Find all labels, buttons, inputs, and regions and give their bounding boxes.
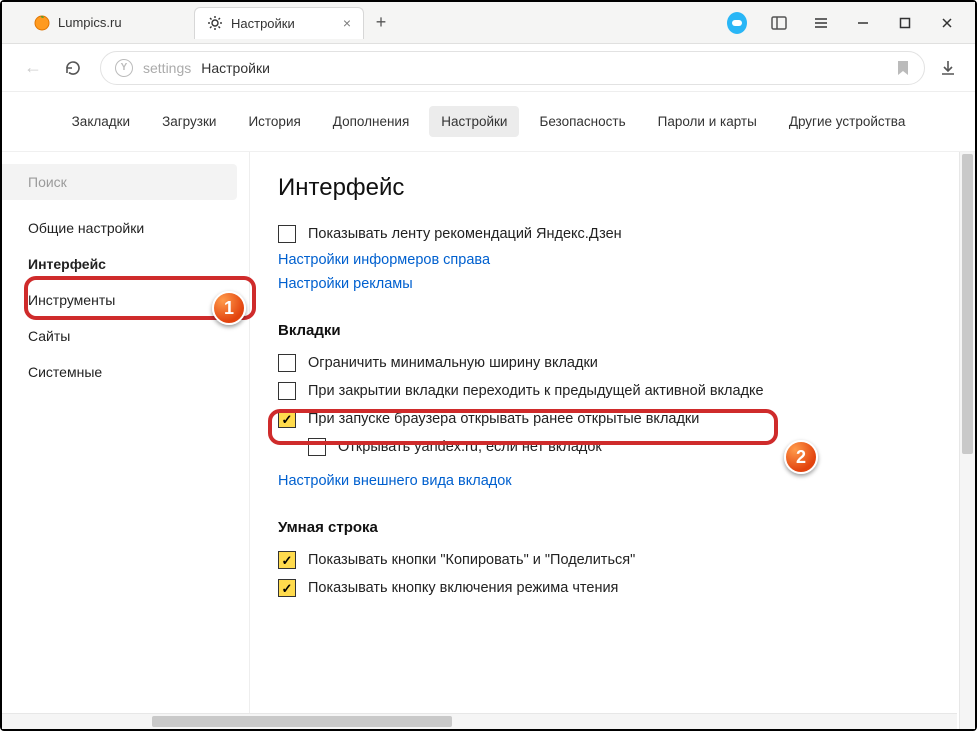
checkbox-restore-tabs[interactable] bbox=[278, 410, 296, 428]
settings-content: Интерфейс Показывать ленту рекомендаций … bbox=[250, 152, 975, 729]
sidebar-item-sites[interactable]: Сайты bbox=[2, 318, 249, 354]
smartline-heading: Умная строка bbox=[278, 519, 947, 536]
nav-downloads[interactable]: Загрузки bbox=[150, 106, 228, 137]
close-icon[interactable]: × bbox=[343, 15, 351, 31]
checkbox-zen[interactable] bbox=[278, 225, 296, 243]
weather-icon[interactable] bbox=[727, 13, 747, 33]
tab-title: Настройки bbox=[231, 16, 295, 31]
orange-icon bbox=[34, 15, 50, 31]
nav-addons[interactable]: Дополнения bbox=[321, 106, 421, 137]
new-tab-button[interactable]: + bbox=[366, 8, 396, 38]
downloads-button[interactable] bbox=[939, 59, 957, 77]
back-button[interactable]: ← bbox=[20, 53, 46, 82]
link-ads[interactable]: Настройки рекламы bbox=[278, 272, 413, 296]
badge-1: 1 bbox=[212, 291, 246, 325]
nav-devices[interactable]: Другие устройства bbox=[777, 106, 918, 137]
checkbox-reader-label: Показывать кнопку включения режима чтени… bbox=[308, 580, 618, 596]
tab-lumpics[interactable]: Lumpics.ru bbox=[22, 7, 192, 39]
nav-security[interactable]: Безопасность bbox=[527, 106, 637, 137]
checkbox-min-width-label: Ограничить минимальную ширину вкладки bbox=[308, 355, 598, 371]
minimize-button[interactable] bbox=[853, 13, 873, 33]
checkbox-reader[interactable] bbox=[278, 579, 296, 597]
bookmark-icon[interactable] bbox=[896, 60, 910, 76]
checkbox-prev-tab[interactable] bbox=[278, 382, 296, 400]
maximize-button[interactable] bbox=[895, 13, 915, 33]
checkbox-restore-tabs-label: При запуске браузера открывать ранее отк… bbox=[308, 411, 699, 427]
sidebar-toggle-icon[interactable] bbox=[769, 13, 789, 33]
nav-passwords[interactable]: Пароли и карты bbox=[646, 106, 769, 137]
checkbox-copy-share-label: Показывать кнопки "Копировать" и "Подели… bbox=[308, 552, 635, 568]
menu-icon[interactable] bbox=[811, 13, 831, 33]
settings-sidebar: Поиск Общие настройки Интерфейс Инструме… bbox=[2, 152, 250, 729]
badge-2: 2 bbox=[784, 440, 818, 474]
sidebar-item-general[interactable]: Общие настройки bbox=[2, 210, 249, 246]
tab-bar: Lumpics.ru Настройки × + bbox=[2, 2, 975, 44]
nav-settings[interactable]: Настройки bbox=[429, 106, 519, 137]
address-prefix: settings bbox=[143, 60, 191, 76]
checkbox-open-yandex-label: Открывать yandex.ru, если нет вкладок bbox=[338, 439, 602, 455]
checkbox-open-yandex[interactable] bbox=[308, 438, 326, 456]
tab-settings[interactable]: Настройки × bbox=[194, 7, 364, 39]
yandex-icon: Y bbox=[115, 59, 133, 77]
checkbox-zen-label: Показывать ленту рекомендаций Яндекс.Дзе… bbox=[308, 226, 622, 242]
checkbox-copy-share[interactable] bbox=[278, 551, 296, 569]
main-area: Поиск Общие настройки Интерфейс Инструме… bbox=[2, 152, 975, 729]
nav-history[interactable]: История bbox=[236, 106, 312, 137]
sidebar-item-system[interactable]: Системные bbox=[2, 354, 249, 390]
horizontal-scrollbar[interactable] bbox=[2, 713, 957, 729]
nav-bookmarks[interactable]: Закладки bbox=[60, 106, 142, 137]
link-informers[interactable]: Настройки информеров справа bbox=[278, 248, 490, 272]
settings-nav: Закладки Загрузки История Дополнения Нас… bbox=[2, 92, 975, 152]
checkbox-prev-tab-label: При закрытии вкладки переходить к предыд… bbox=[308, 383, 764, 399]
tabs-heading: Вкладки bbox=[278, 322, 947, 339]
omnibox[interactable]: Y settings Настройки bbox=[100, 51, 925, 85]
sidebar-item-interface[interactable]: Интерфейс bbox=[2, 246, 249, 282]
address-label: Настройки bbox=[201, 60, 270, 76]
link-tab-appearance[interactable]: Настройки внешнего вида вкладок bbox=[278, 469, 512, 493]
address-bar: ← Y settings Настройки bbox=[2, 44, 975, 92]
search-input[interactable]: Поиск bbox=[2, 164, 237, 200]
tab-title: Lumpics.ru bbox=[58, 15, 122, 30]
page-title: Интерфейс bbox=[278, 174, 947, 202]
checkbox-min-width[interactable] bbox=[278, 354, 296, 372]
reload-button[interactable] bbox=[60, 55, 86, 81]
vertical-scrollbar[interactable] bbox=[959, 152, 975, 729]
gear-icon bbox=[207, 15, 223, 31]
close-button[interactable] bbox=[937, 13, 957, 33]
